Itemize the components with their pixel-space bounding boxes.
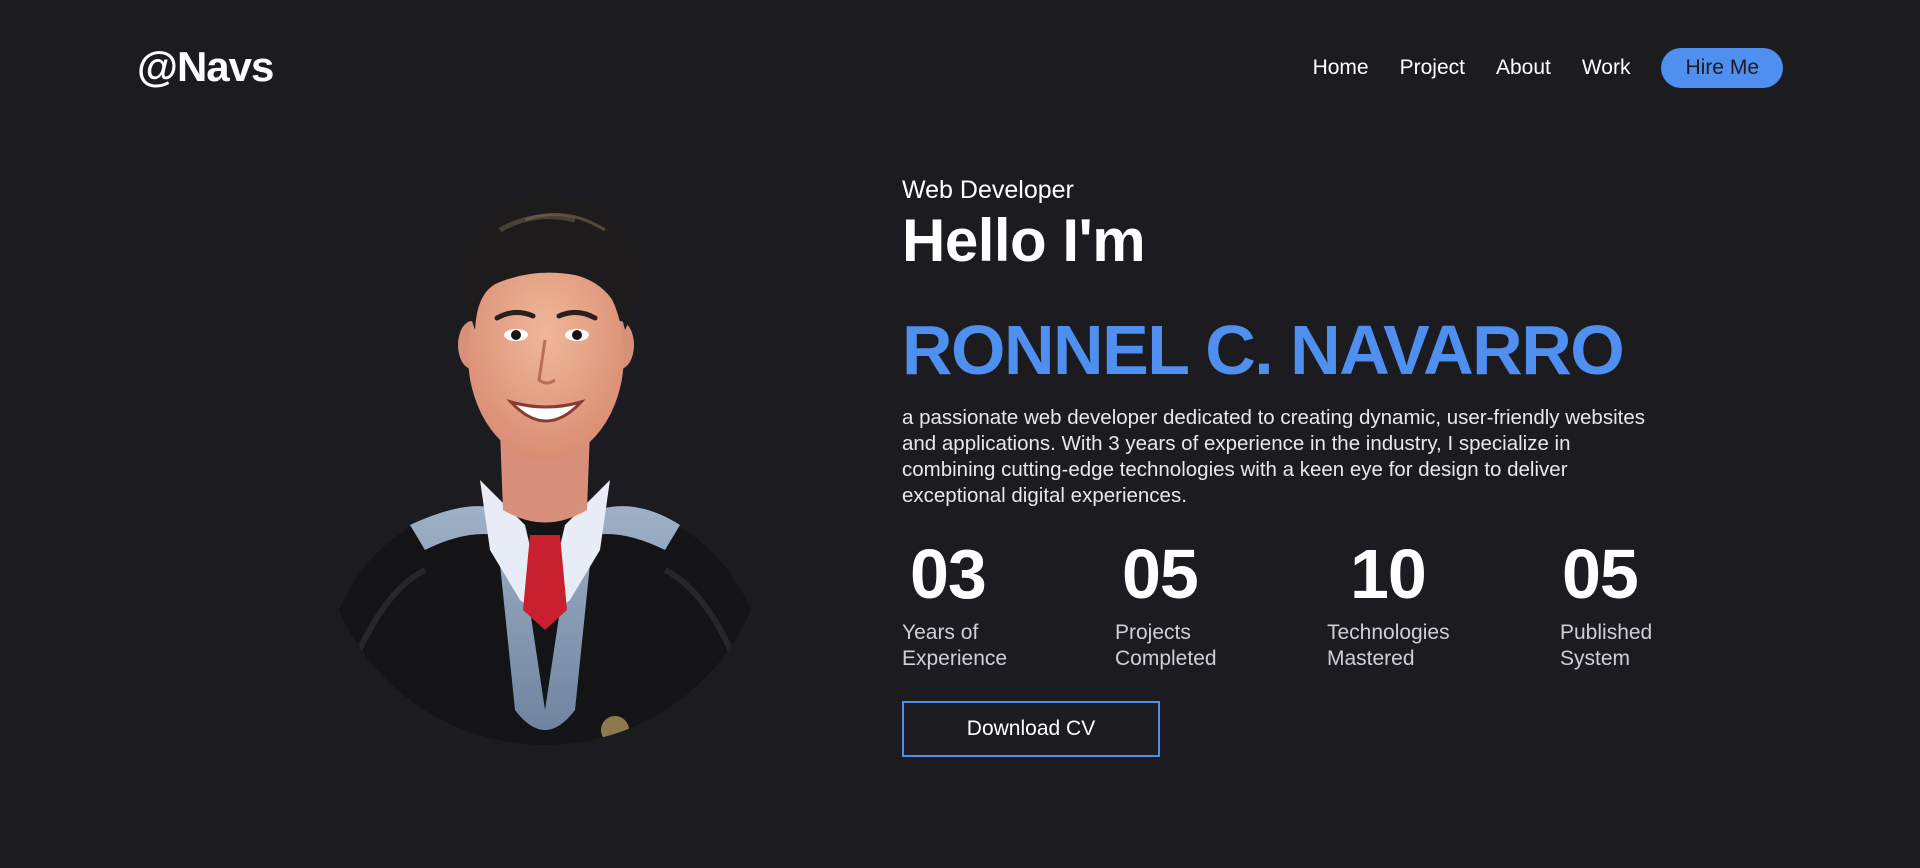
- stat-value: 10: [1350, 535, 1427, 613]
- role-subtitle: Web Developer: [902, 176, 1074, 204]
- stat-published: 05: [1562, 534, 1639, 614]
- stat-label-line: Mastered: [1327, 647, 1415, 670]
- hero-section: Web Developer Hello I'm RONNEL C. NAVARR…: [902, 172, 1662, 757]
- stat-label-line: System: [1560, 647, 1631, 670]
- profile-photo: [325, 195, 765, 745]
- greeting-heading: Hello I'm: [902, 207, 1146, 274]
- stat-value: 05: [1122, 535, 1199, 613]
- download-cv-button[interactable]: Download CV: [902, 701, 1160, 757]
- stat-value: 05: [1562, 535, 1639, 613]
- stats-row: 03 Years of Experience 05 Projects Compl…: [902, 534, 1682, 674]
- page: @Navs Home Project About Work Hire Me We…: [0, 0, 1920, 868]
- nav-about-link[interactable]: About: [1496, 48, 1551, 88]
- bio-text: a passionate web developer dedicated to …: [902, 406, 1645, 507]
- stat-published-label: Published System: [1560, 618, 1652, 672]
- nav-work-link[interactable]: Work: [1582, 48, 1631, 88]
- stat-years-label: Years of Experience: [902, 618, 1007, 672]
- stat-label-line: Completed: [1115, 647, 1217, 670]
- main-nav: Home Project About Work Hire Me: [1313, 48, 1783, 88]
- stat-label-line: Years of: [902, 621, 979, 644]
- stat-label-line: Experience: [902, 647, 1008, 670]
- hire-me-button[interactable]: Hire Me: [1661, 48, 1783, 88]
- site-logo[interactable]: @Navs: [137, 42, 274, 92]
- stat-label-line: Projects: [1115, 621, 1191, 644]
- nav-project-link[interactable]: Project: [1400, 48, 1465, 88]
- stat-label-line: Published: [1560, 621, 1653, 644]
- stat-projects: 05: [1122, 534, 1199, 614]
- stat-technologies: 10: [1350, 534, 1427, 614]
- name-heading: RONNEL C. NAVARRO: [902, 311, 1625, 389]
- stat-projects-label: Projects Completed: [1115, 618, 1217, 672]
- stat-years: 03: [910, 534, 987, 614]
- nav-home-link[interactable]: Home: [1313, 48, 1369, 88]
- stat-label-line: Technologies: [1327, 621, 1450, 644]
- stat-technologies-label: Technologies Mastered: [1327, 618, 1450, 672]
- stat-value: 03: [910, 535, 987, 613]
